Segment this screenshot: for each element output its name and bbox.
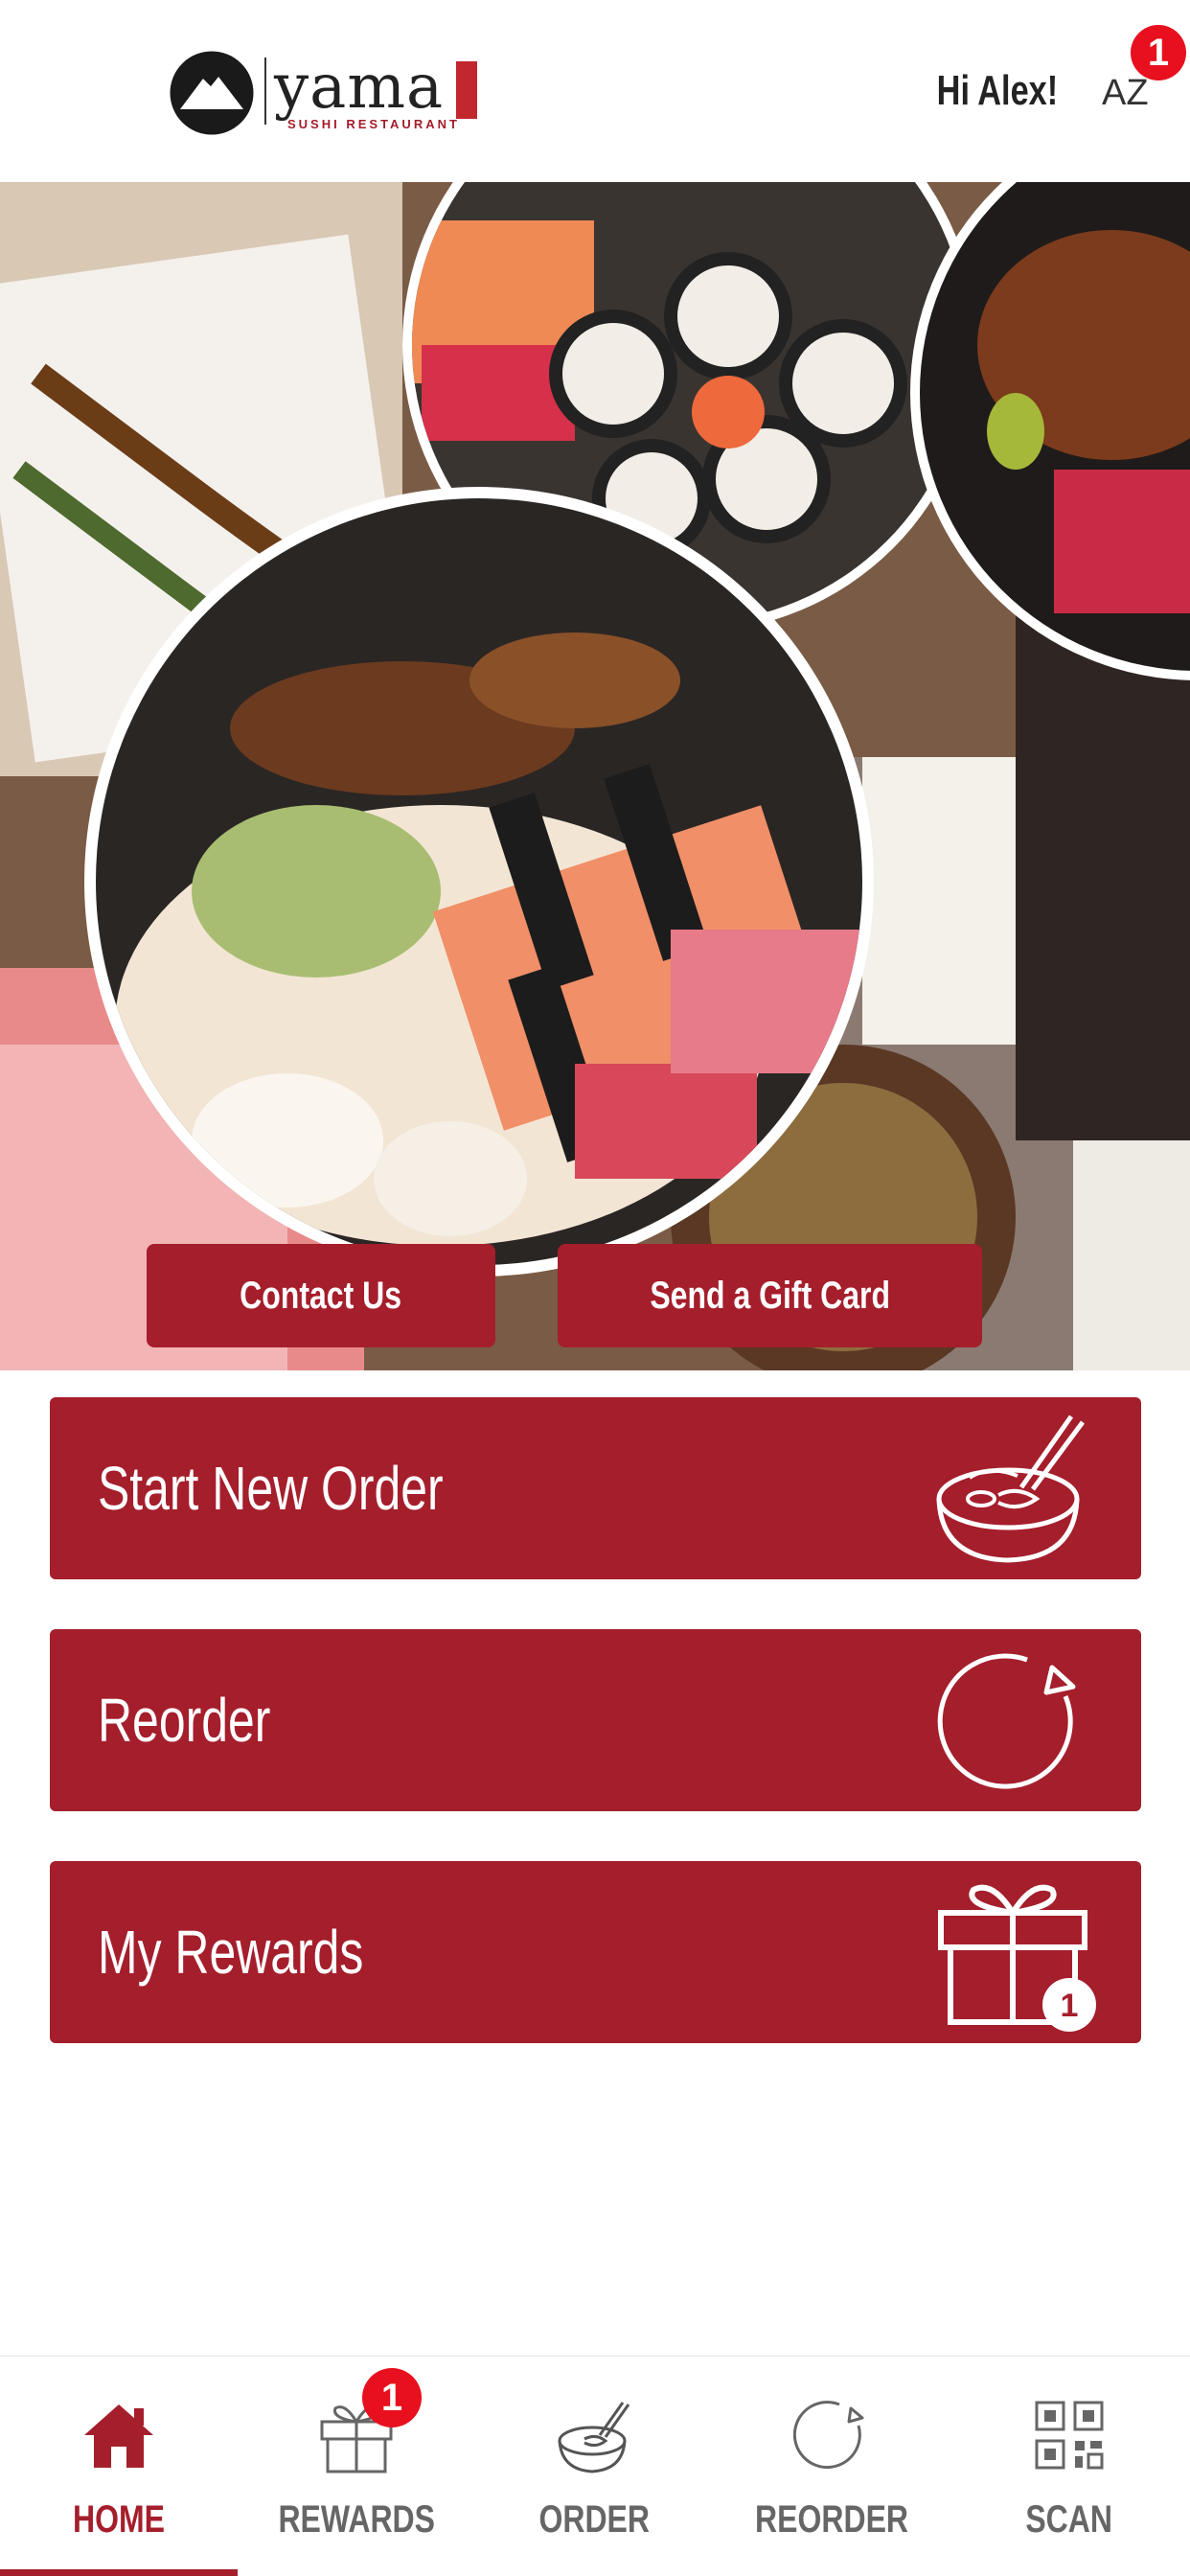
hero-image: Contact Us Send a Gift Card — [0, 182, 1190, 1370]
refresh-icon — [793, 2401, 864, 2470]
nav-rewards-label: REWARDS — [278, 2498, 435, 2541]
reorder-label: Reorder — [98, 1686, 271, 1755]
my-rewards-label: My Rewards — [98, 1918, 364, 1987]
nav-rewards[interactable]: 1 REWARDS — [238, 2357, 475, 2576]
start-new-order-button[interactable]: Start New Order — [50, 1397, 1141, 1579]
nav-order[interactable]: ORDER — [475, 2357, 713, 2576]
logo-wordmark: yama — [274, 52, 445, 123]
nav-order-label: ORDER — [538, 2498, 650, 2541]
mountain-logo-icon — [170, 51, 254, 135]
reorder-button[interactable]: Reorder — [50, 1629, 1141, 1811]
nav-home-label: HOME — [73, 2498, 165, 2541]
refresh-icon — [937, 1653, 1076, 1789]
logo-subtitle: SUSHI RESTAURANT — [287, 117, 460, 131]
nav-home[interactable]: HOME — [0, 2357, 238, 2576]
sushi-collage-image — [0, 182, 1190, 1370]
contact-us-button[interactable]: Contact Us — [147, 1244, 495, 1347]
notification-badge[interactable]: 1 — [1131, 25, 1186, 80]
qr-code-icon — [1035, 2401, 1104, 2470]
user-avatar-initials[interactable]: AZ — [1102, 73, 1149, 114]
logo-seal — [456, 61, 477, 119]
start-new-order-label: Start New Order — [98, 1454, 444, 1523]
home-icon — [84, 2404, 153, 2468]
ramen-bowl-icon — [558, 2402, 630, 2473]
ramen-bowl-icon — [936, 1414, 1086, 1563]
my-rewards-button[interactable]: My Rewards 1 — [50, 1861, 1141, 2043]
nav-scan-label: SCAN — [1025, 2498, 1113, 2541]
logo-divider — [264, 58, 266, 125]
rewards-nav-badge: 1 — [362, 2368, 422, 2427]
rewards-count-badge: 1 — [1061, 1988, 1079, 2024]
gift-icon: 1 — [938, 1884, 1096, 2032]
user-greeting: Hi Alex! — [936, 67, 1058, 114]
active-tab-indicator — [0, 2569, 238, 2576]
nav-scan[interactable]: SCAN — [950, 2357, 1188, 2576]
app-header: yama SUSHI RESTAURANT Hi Alex! AZ 1 — [0, 0, 1190, 182]
send-gift-card-button[interactable]: Send a Gift Card — [558, 1244, 982, 1347]
nav-reorder[interactable]: REORDER — [713, 2357, 950, 2576]
nav-reorder-label: REORDER — [754, 2498, 909, 2541]
restaurant-logo[interactable]: yama SUSHI RESTAURANT — [169, 50, 485, 136]
bottom-navigation: HOME 1 REWARDS ORDER REORDER SCAN — [0, 2356, 1190, 2576]
